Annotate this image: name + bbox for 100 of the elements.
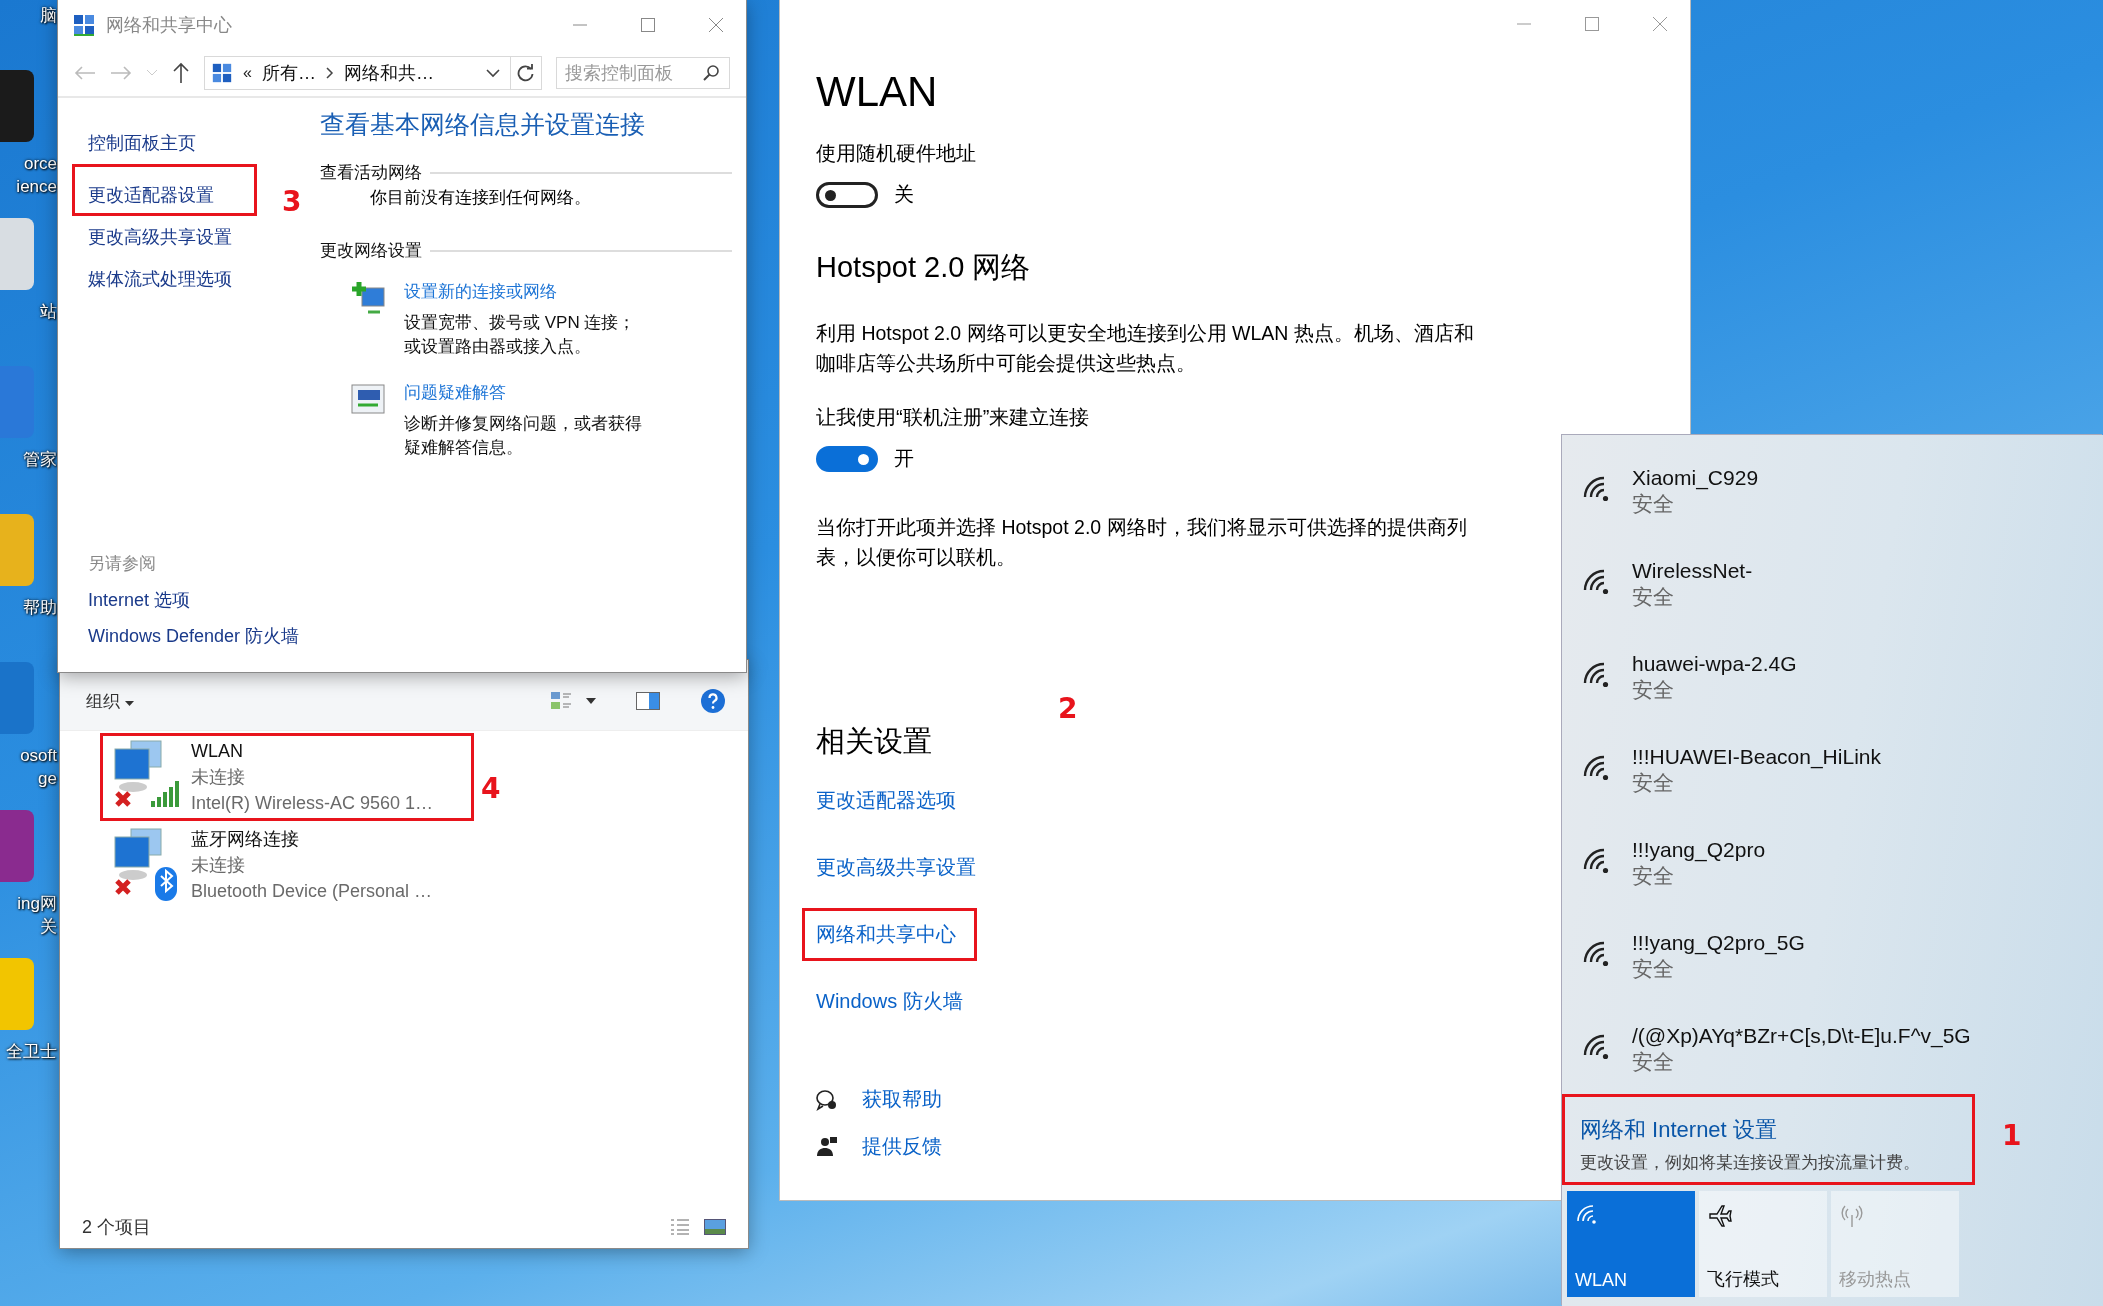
task-description: 设置宽带、拨号或 VPN 连接； 或设置路由器或接入点。 — [404, 312, 636, 358]
preview-pane-icon[interactable] — [636, 692, 660, 710]
maximize-icon[interactable] — [1584, 16, 1600, 32]
caret-icon — [124, 700, 134, 707]
see-also-link[interactable]: Windows Defender 防火墙 — [88, 618, 320, 654]
see-also-link[interactable]: Internet 选项 — [88, 582, 320, 618]
close-icon[interactable] — [708, 17, 724, 33]
breadcrumb-item[interactable]: 网络和共… — [343, 61, 434, 85]
see-also-heading: 另请参阅 — [88, 553, 157, 575]
settings-link-description: 更改设置，例如将某连接设置为按流量计费。 — [1580, 1152, 1921, 1174]
wifi-network-item[interactable]: !!!yang_Q2pro 安全 — [1562, 817, 2103, 910]
sidebar-link[interactable]: 控制面板主页 — [88, 133, 196, 153]
page-title: WLAN — [816, 68, 939, 116]
wifi-network-item[interactable]: !!!HUAWEI-Beacon_HiLink 安全 — [1562, 724, 2103, 817]
security-status: 安全 — [1632, 1048, 1675, 1075]
wifi-network-item[interactable]: Xiaomi_C929 安全 — [1562, 445, 2103, 538]
setting-label: 使用随机硬件地址 — [816, 141, 977, 166]
wifi-network-item[interactable]: /(@Xp)AYq*BZr+C[s,D\t-E]u.F^v_5G 安全 — [1562, 1003, 2103, 1096]
breadcrumb-overflow[interactable]: « — [243, 64, 252, 82]
large-icons-view-icon[interactable] — [704, 1219, 726, 1235]
back-icon[interactable] — [74, 65, 96, 81]
related-setting-link[interactable]: 网络和共享中心 — [816, 923, 956, 945]
quick-action-tile[interactable]: 飞行模式 — [1699, 1191, 1827, 1297]
toggle-state: 关 — [894, 182, 914, 207]
sidebar-link[interactable]: 更改高级共享设置 — [88, 227, 232, 247]
section-heading: 相关设置 — [816, 724, 932, 759]
caret-icon[interactable] — [586, 698, 596, 704]
chat-help-icon — [816, 1088, 838, 1111]
network-name: /(@Xp)AYq*BZr+C[s,D\t-E]u.F^v_5G — [1632, 1023, 1971, 1048]
step-number: 1 — [2002, 1119, 2022, 1152]
network-center-icon — [72, 13, 96, 37]
step-number: 4 — [481, 772, 501, 805]
network-adapter-item[interactable]: 蓝牙网络连接 未连接 Bluetooth Device (Personal … — [103, 824, 471, 906]
quick-action-tile[interactable]: WLAN — [1567, 1191, 1695, 1297]
person-feedback-icon — [816, 1135, 838, 1158]
related-setting-link[interactable]: 更改高级共享设置 — [816, 856, 976, 878]
section-heading: Hotspot 2.0 网络 — [816, 250, 1032, 285]
help-icon[interactable] — [700, 688, 726, 714]
view-options-icon[interactable] — [550, 691, 572, 711]
help-link[interactable]: 提供反馈 — [862, 1133, 942, 1160]
description-text: 利用 Hotspot 2.0 网络可以更安全地连接到公用 WLAN 热点。机场、酒店和咖啡店等公共场所中可能会提供这些热点。 — [816, 321, 1475, 376]
task-link[interactable]: 设置新的连接或网络 — [404, 282, 557, 301]
network-name: huawei-wpa-2.4G — [1632, 651, 1797, 676]
network-adapter-item[interactable]: WLAN 未连接 Intel(R) Wireless-AC 9560 1… — [103, 736, 471, 818]
help-link[interactable]: 获取帮助 — [862, 1086, 942, 1113]
breadcrumb-item[interactable]: 所有… — [261, 61, 316, 85]
task-link[interactable]: 问题疑难解答 — [404, 383, 506, 402]
details-view-icon[interactable] — [670, 1218, 690, 1236]
security-status: 安全 — [1632, 676, 1675, 703]
toggle-state: 开 — [894, 446, 914, 471]
dropdown-caret-icon[interactable] — [486, 68, 500, 78]
adapter-name: 蓝牙网络连接 — [191, 828, 300, 851]
related-setting-link[interactable]: 更改适配器选项 — [816, 789, 956, 811]
window-title: 网络和共享中心 — [106, 14, 232, 37]
maximize-icon[interactable] — [640, 17, 656, 33]
search-field[interactable]: 搜索控制面板 — [556, 57, 730, 89]
address-bar[interactable]: « 所有… 网络和共… — [204, 56, 542, 90]
network-name: WirelessNet- — [1632, 558, 1753, 583]
toggle-switch[interactable] — [816, 445, 878, 472]
security-status: 安全 — [1632, 769, 1675, 796]
adapter-device: Intel(R) Wireless-AC 9560 1… — [191, 792, 434, 815]
desktop-icon-label[interactable]: 站 — [40, 300, 57, 323]
network-name: !!!yang_Q2pro — [1632, 837, 1766, 862]
toggle-switch[interactable] — [816, 181, 878, 208]
step-number: 2 — [1058, 692, 1078, 725]
chevron-icon[interactable] — [325, 67, 334, 79]
adapter-status: 未连接 — [191, 766, 246, 789]
wifi-network-item[interactable]: WirelessNet- 安全 — [1562, 538, 2103, 631]
section-heading: 查看活动网络 — [320, 162, 422, 184]
adapter-status: 未连接 — [191, 854, 246, 877]
sidebar-link[interactable]: 更改适配器设置 — [88, 185, 214, 205]
settings-link[interactable]: 网络和 Internet 设置 — [1580, 1115, 1972, 1145]
forward-icon[interactable] — [110, 65, 132, 81]
network-name: !!!yang_Q2pro_5G — [1632, 930, 1805, 955]
security-status: 安全 — [1632, 862, 1675, 889]
section-heading: 更改网络设置 — [320, 240, 422, 262]
security-status: 安全 — [1632, 583, 1675, 610]
wifi-network-item[interactable]: !!!yang_Q2pro_5G 安全 — [1562, 910, 2103, 1003]
page-heading: 查看基本网络信息并设置连接 — [320, 109, 646, 140]
step-number: 3 — [282, 185, 302, 218]
item-count: 2 个项目 — [82, 1216, 151, 1239]
status-text: 你目前没有连接到任何网络。 — [370, 187, 592, 209]
security-status: 安全 — [1632, 490, 1675, 517]
organize-menu-button[interactable]: 组织 — [86, 689, 134, 713]
network-name: !!!HUAWEI-Beacon_HiLink — [1632, 744, 1881, 769]
up-icon[interactable] — [172, 62, 190, 84]
wifi-network-item[interactable]: huawei-wpa-2.4G 安全 — [1562, 631, 2103, 724]
desktop-icon-label[interactable]: orce ience — [16, 152, 57, 198]
close-icon[interactable] — [1652, 16, 1668, 32]
adapter-name: WLAN — [191, 740, 244, 763]
desktop-icon-label[interactable]: 脑 — [40, 4, 57, 27]
task-description: 诊断并修复网络问题，或者获得 疑难解答信息。 — [404, 413, 642, 459]
desktop-icon-label[interactable]: 帮助 — [23, 596, 57, 619]
network-name: Xiaomi_C929 — [1632, 465, 1759, 490]
sidebar-link[interactable]: 媒体流式处理选项 — [88, 269, 232, 289]
history-caret-icon[interactable] — [146, 69, 158, 77]
desktop-icon-label[interactable]: 管家 — [23, 448, 57, 471]
setting-label: 让我使用“联机注册”来建立连接 — [816, 405, 1091, 430]
network-center-icon — [211, 62, 233, 84]
related-setting-link[interactable]: Windows 防火墙 — [816, 990, 963, 1012]
